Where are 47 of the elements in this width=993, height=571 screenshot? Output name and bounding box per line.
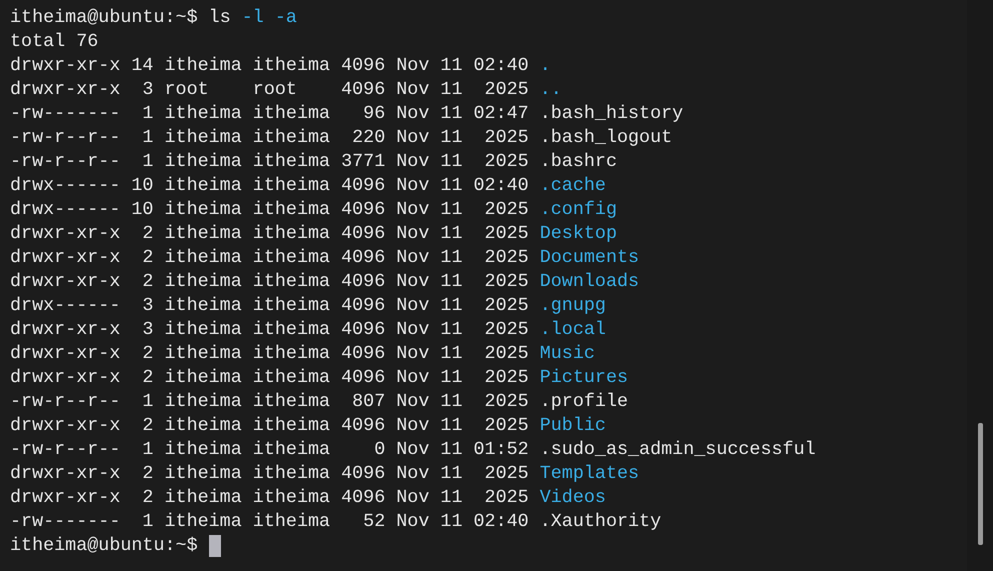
directory-name: .local [540, 318, 606, 342]
directory-name: Templates [540, 462, 640, 486]
listing-details: drwxr-xr-x 3 itheima itheima 4096 Nov 11 2025 [10, 318, 529, 342]
listing-details: drwxr-xr-x 2 itheima itheima 4096 Nov 11 2025 [10, 270, 529, 294]
directory-name: .. [540, 78, 562, 102]
command-arguments: -l -a [242, 6, 297, 30]
listing-details: drwxr-xr-x 2 itheima itheima 4096 Nov 11 2025 [10, 414, 529, 438]
directory-name: .config [540, 198, 617, 222]
listing-details: drwxr-xr-x 2 itheima itheima 4096 Nov 11 2025 [10, 342, 529, 366]
file-name: .bash_history [540, 102, 684, 126]
listing-details: drwx------ 10 itheima itheima 4096 Nov 11 2025 [10, 198, 529, 222]
listing-details: drwxr-xr-x 2 itheima itheima 4096 Nov 11 2025 [10, 486, 529, 510]
listing-details: drwx------ 10 itheima itheima 4096 Nov 11 02:40 [10, 174, 529, 198]
file-name: .bash_logout [540, 126, 672, 150]
directory-name: Pictures [540, 366, 628, 390]
scrollbar-thumb[interactable] [978, 423, 983, 545]
directory-name: Desktop [540, 222, 617, 246]
listing-details: drwxr-xr-x 2 itheima itheima 4096 Nov 11 2025 [10, 366, 529, 390]
file-name: .profile [540, 390, 628, 414]
directory-name: Music [540, 342, 595, 366]
directory-name: . [540, 54, 551, 78]
listing-details: -rw-r--r-- 1 itheima itheima 3771 Nov 11 2025 [10, 150, 529, 174]
listing-details: drwxr-xr-x 2 itheima itheima 4096 Nov 11 2025 [10, 246, 529, 270]
prompt-text: itheima@ubuntu:~$ [10, 6, 198, 30]
listing-details: drwxr-xr-x 14 itheima itheima 4096 Nov 11 02:40 [10, 54, 529, 78]
total-text: total 76 [10, 30, 98, 54]
file-name: .bashrc [540, 150, 617, 174]
directory-name: .cache [540, 174, 606, 198]
listing-details: -rw------- 1 itheima itheima 96 Nov 11 02:47 [10, 102, 529, 126]
directory-name: Documents [540, 246, 640, 270]
listing-details: -rw-r--r-- 1 itheima itheima 220 Nov 11 2025 [10, 126, 529, 150]
listing-details: drwxr-xr-x 2 itheima itheima 4096 Nov 11 2025 [10, 462, 529, 486]
directory-name: Downloads [540, 270, 640, 294]
listing-details: drwxr-xr-x 2 itheima itheima 4096 Nov 11 2025 [10, 222, 529, 246]
directory-name: Public [540, 414, 606, 438]
directory-name: .gnupg [540, 294, 606, 318]
prompt-text: itheima@ubuntu:~$ [10, 534, 198, 558]
listing-details: -rw------- 1 itheima itheima 52 Nov 11 02:40 [10, 510, 529, 534]
file-name: .Xauthority [540, 510, 662, 534]
listing-details: -rw-r--r-- 1 itheima itheima 0 Nov 11 01:52 [10, 438, 529, 462]
directory-name: Videos [540, 486, 606, 510]
listing-details: -rw-r--r-- 1 itheima itheima 807 Nov 11 2025 [10, 390, 529, 414]
listing-details: drwxr-xr-x 3 root root 4096 Nov 11 2025 [10, 78, 529, 102]
file-name: .sudo_as_admin_successful [540, 438, 816, 462]
listing-details: drwx------ 3 itheima itheima 4096 Nov 11 2025 [10, 294, 529, 318]
text-cursor [208, 535, 221, 557]
command-text: ls [208, 6, 231, 30]
